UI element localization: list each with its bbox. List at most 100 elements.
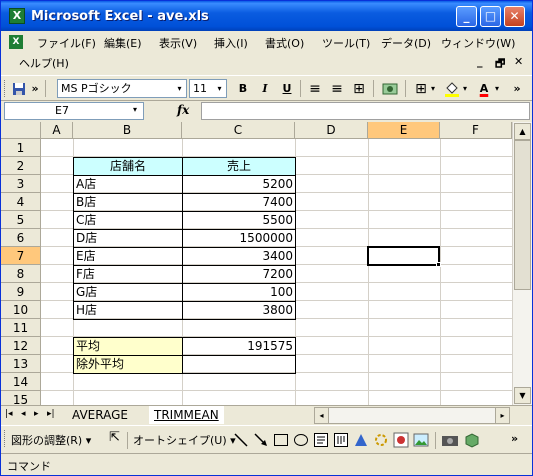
doc-minimize-button[interactable]: _	[477, 55, 483, 68]
doc-restore-button[interactable]: 🗗	[495, 55, 505, 74]
store-sales-cell[interactable]: 5200	[182, 175, 296, 194]
store-name-cell[interactable]: E店	[73, 247, 183, 266]
cell-c12-average-value[interactable]: 191575	[182, 337, 296, 356]
arrow-icon[interactable]	[253, 432, 269, 448]
font-size-combo[interactable]: 11 ▾	[189, 79, 227, 98]
maximize-button[interactable]: □	[480, 6, 501, 27]
store-name-cell[interactable]: D店	[73, 229, 183, 248]
row-header[interactable]: 15	[1, 391, 41, 405]
merge-center-button[interactable]: ⊞	[351, 79, 367, 99]
column-header-e[interactable]: E	[368, 122, 440, 139]
picture-icon[interactable]	[413, 432, 429, 448]
row-header[interactable]: 14	[1, 373, 41, 391]
menu-data[interactable]: データ(D)	[381, 35, 431, 51]
menu-help[interactable]: ヘルプ(H)	[19, 55, 69, 71]
column-header-b[interactable]: B	[73, 122, 182, 139]
vertical-scrollbar[interactable]: ▲ ▼	[512, 122, 532, 405]
scroll-thumb[interactable]	[514, 140, 531, 290]
clipart-icon[interactable]	[393, 432, 409, 448]
menu-view[interactable]: 表示(V)	[159, 35, 197, 51]
excel-app-icon[interactable]: X	[9, 8, 25, 24]
menu-tools[interactable]: ツール(T)	[322, 35, 370, 51]
toolbar-grip[interactable]	[4, 80, 7, 97]
row-header[interactable]: 1	[1, 139, 41, 157]
3d-icon[interactable]	[463, 431, 481, 449]
tab-trimmean[interactable]: TRIMMEAN	[149, 406, 224, 424]
menu-format[interactable]: 書式(O)	[265, 35, 304, 51]
row-header[interactable]: 7	[1, 247, 41, 265]
chevron-down-icon[interactable]: ▾	[461, 79, 469, 99]
rectangle-icon[interactable]	[273, 432, 289, 448]
align-left-button[interactable]: ≡	[307, 79, 323, 99]
store-sales-cell[interactable]: 3800	[182, 301, 296, 320]
first-sheet-icon[interactable]: |◂	[5, 409, 13, 419]
chevron-down-icon[interactable]: ▾	[173, 80, 186, 97]
row-header[interactable]: 6	[1, 229, 41, 247]
tab-average[interactable]: AVERAGE	[67, 406, 133, 424]
menu-window[interactable]: ウィンドウ(W)	[441, 35, 515, 51]
close-button[interactable]: ✕	[504, 6, 525, 27]
italic-button[interactable]: I	[257, 79, 273, 99]
store-sales-cell[interactable]: 3400	[182, 247, 296, 266]
name-box[interactable]: E7	[4, 102, 144, 120]
column-header-d[interactable]: D	[295, 122, 368, 139]
paint-bucket-icon[interactable]	[443, 79, 461, 99]
store-name-cell[interactable]: A店	[73, 175, 183, 194]
row-header[interactable]: 11	[1, 319, 41, 337]
minimize-button[interactable]: _	[456, 6, 477, 27]
store-sales-cell[interactable]: 7200	[182, 265, 296, 284]
font-name-combo[interactable]: MS Pゴシック ▾	[57, 79, 187, 98]
oval-icon[interactable]	[293, 432, 309, 448]
prev-sheet-icon[interactable]: ◂	[21, 409, 26, 419]
diagram-icon[interactable]	[373, 432, 389, 448]
borders-button[interactable]: ⊞	[413, 79, 429, 99]
formula-input[interactable]	[201, 102, 530, 120]
cell-b2-shop-header[interactable]: 店舗名	[73, 157, 183, 176]
toolbar-grip[interactable]	[4, 430, 7, 447]
scroll-down-icon[interactable]: ▼	[514, 387, 531, 404]
cell-c13-trimmed-value[interactable]	[182, 355, 296, 374]
toolbar-more-button[interactable]: »	[29, 79, 41, 99]
column-header-a[interactable]: A	[41, 122, 73, 139]
store-sales-cell[interactable]: 7400	[182, 193, 296, 212]
bold-button[interactable]: B	[235, 79, 251, 99]
column-header-c[interactable]: C	[182, 122, 295, 139]
row-header[interactable]: 9	[1, 283, 41, 301]
scroll-up-icon[interactable]: ▲	[514, 123, 531, 140]
menu-insert[interactable]: 挿入(I)	[214, 35, 248, 51]
active-cell-e7[interactable]	[367, 246, 440, 266]
store-name-cell[interactable]: H店	[73, 301, 183, 320]
store-name-cell[interactable]: C店	[73, 211, 183, 230]
vertical-textbox-icon[interactable]	[333, 432, 349, 448]
scroll-right-icon[interactable]: ▸	[495, 408, 509, 423]
insert-function-button[interactable]: fx	[177, 103, 189, 117]
store-sales-cell[interactable]: 100	[182, 283, 296, 302]
currency-icon[interactable]	[381, 79, 399, 99]
last-sheet-icon[interactable]: ▸|	[47, 409, 55, 419]
store-sales-cell[interactable]: 5500	[182, 211, 296, 230]
row-header[interactable]: 5	[1, 211, 41, 229]
document-icon[interactable]: X	[9, 35, 23, 49]
underline-button[interactable]: U	[279, 79, 295, 99]
toolbar-overflow-button[interactable]: »	[511, 432, 518, 445]
row-header[interactable]: 8	[1, 265, 41, 283]
chevron-down-icon[interactable]: ▾	[493, 79, 501, 99]
store-name-cell[interactable]: B店	[73, 193, 183, 212]
cell-c2-sales-header[interactable]: 売上	[182, 157, 296, 176]
store-name-cell[interactable]: G店	[73, 283, 183, 302]
fill-handle[interactable]	[436, 262, 441, 267]
next-sheet-icon[interactable]: ▸	[34, 409, 39, 419]
store-name-cell[interactable]: F店	[73, 265, 183, 284]
textbox-icon[interactable]	[313, 432, 329, 448]
autoshape-menu-button[interactable]: オートシェイプ(U) ▾	[133, 432, 236, 448]
row-header[interactable]: 3	[1, 175, 41, 193]
column-header-f[interactable]: F	[440, 122, 512, 139]
line-icon[interactable]	[233, 432, 249, 448]
scroll-left-icon[interactable]: ◂	[315, 408, 329, 423]
worksheet-grid[interactable]: A B C D E F 1 2 3 4 5 6 7 8 9 10 11 12 1…	[1, 122, 532, 405]
toolbar-overflow-button[interactable]: »	[509, 79, 525, 99]
align-center-button[interactable]: ≡	[329, 79, 345, 99]
doc-close-button[interactable]: ✕	[514, 55, 523, 68]
store-sales-cell[interactable]: 1500000	[182, 229, 296, 248]
cell-b13-trimmed-label[interactable]: 除外平均	[73, 355, 183, 374]
